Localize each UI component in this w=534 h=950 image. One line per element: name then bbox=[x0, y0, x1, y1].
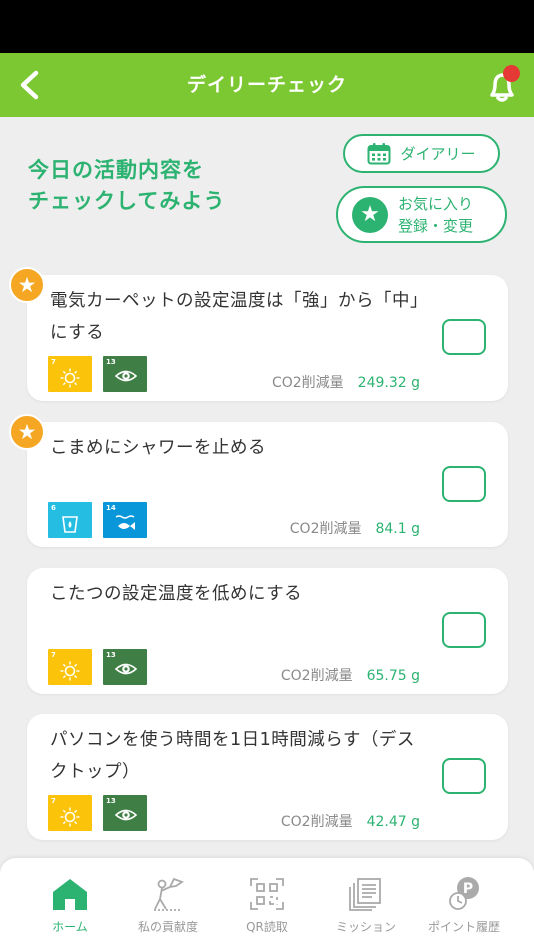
sdg-13-climate-icon: 13 bbox=[103, 795, 147, 831]
notification-badge bbox=[503, 65, 520, 82]
co2-label: CO2削減量 bbox=[289, 521, 362, 537]
calendar-icon bbox=[367, 142, 391, 164]
sdg-7-energy-icon: 7 bbox=[48, 649, 92, 685]
co2-reduction: CO2削減量 84.1 g bbox=[290, 518, 420, 538]
favorite-star-icon: ★ bbox=[9, 267, 45, 303]
star-icon: ★ bbox=[352, 196, 388, 233]
activity-checkbox[interactable] bbox=[442, 758, 486, 794]
sdg-7-energy-icon: 7 bbox=[48, 356, 92, 392]
nav-qr-scan[interactable]: QR読取 bbox=[217, 876, 317, 935]
diary-button[interactable]: ダイアリー bbox=[343, 134, 500, 173]
activity-title: こたつの設定温度を低めにする bbox=[50, 584, 303, 604]
activity-title: こまめにシャワーを止める bbox=[50, 438, 266, 458]
co2-value: 42.47 g bbox=[366, 814, 420, 830]
heading-line-1: 今日の活動内容を bbox=[28, 158, 204, 182]
co2-value: 84.1 g bbox=[375, 521, 420, 537]
nav-home-label: ホーム bbox=[52, 920, 88, 934]
activity-checkbox[interactable] bbox=[442, 612, 486, 648]
activity-title: パソコンを使う時間を1日1時間減らす（デスクトップ） bbox=[50, 730, 415, 782]
co2-reduction: CO2削減量 249.32 g bbox=[272, 372, 420, 392]
bottom-nav: ホーム 私の貢献度 QR読取 ミッション P ポイント履歴 bbox=[0, 858, 534, 950]
activity-card[interactable]: ★ 電気カーペットの設定温度は「強」から「中」にする 7 13 CO2削減量 2… bbox=[9, 267, 508, 401]
nav-point-history[interactable]: P ポイント履歴 bbox=[414, 876, 514, 935]
nav-qr-label: QR読取 bbox=[246, 920, 288, 934]
qr-code-icon bbox=[250, 878, 284, 910]
nav-contribution[interactable]: 私の貢献度 bbox=[118, 876, 218, 935]
sdg-14-life-below-water-icon: 14 bbox=[103, 502, 147, 538]
nav-home[interactable]: ホーム bbox=[20, 876, 120, 935]
point-history-icon: P bbox=[449, 877, 479, 910]
activity-card[interactable]: ★ こまめにシャワーを止める 6 14 CO2削減量 84.1 g bbox=[9, 414, 508, 547]
favorite-settings-button[interactable]: ★ お気に入り 登録・変更 bbox=[336, 186, 507, 243]
nav-contribution-label: 私の貢献度 bbox=[137, 920, 198, 934]
status-bar bbox=[0, 0, 534, 53]
co2-label: CO2削減量 bbox=[280, 668, 353, 684]
nav-mission-label: ミッション bbox=[335, 920, 396, 934]
app-header: デイリーチェック bbox=[0, 53, 534, 117]
favorite-star-icon: ★ bbox=[9, 414, 45, 450]
favorite-label-line-1: お気に入り bbox=[398, 194, 474, 213]
mission-icon bbox=[349, 878, 381, 911]
sdg-13-climate-icon: 13 bbox=[103, 649, 147, 685]
co2-reduction: CO2削減量 65.75 g bbox=[281, 665, 420, 685]
activity-card[interactable]: パソコンを使う時間を1日1時間減らす（デスクトップ） 7 13 CO2削減量 4… bbox=[27, 714, 508, 840]
activity-title: 電気カーペットの設定温度は「強」から「中」にする bbox=[50, 291, 428, 343]
sdg-icons: 6 14 bbox=[48, 502, 147, 538]
svg-text:P: P bbox=[463, 881, 473, 897]
page-title: デイリーチェック bbox=[186, 74, 347, 96]
co2-value: 249.32 g bbox=[357, 375, 420, 391]
sdg-7-energy-icon: 7 bbox=[48, 795, 92, 831]
co2-reduction: CO2削減量 42.47 g bbox=[281, 811, 420, 831]
sdg-6-water-icon: 6 bbox=[48, 502, 92, 538]
activity-checkbox[interactable] bbox=[442, 319, 486, 355]
co2-label: CO2削減量 bbox=[271, 375, 344, 391]
co2-value: 65.75 g bbox=[366, 668, 420, 684]
diary-label: ダイアリー bbox=[400, 145, 476, 163]
heading-line-2: チェックしてみよう bbox=[28, 189, 226, 213]
sdg-icons: 7 13 bbox=[48, 356, 147, 392]
activity-checkbox[interactable] bbox=[442, 466, 486, 502]
activity-heading: 今日の活動内容を チェックしてみよう bbox=[28, 155, 328, 217]
activity-card[interactable]: こたつの設定温度を低めにする 7 13 CO2削減量 65.75 g bbox=[27, 568, 508, 694]
sdg-icons: 7 13 bbox=[48, 795, 147, 831]
sdg-icons: 7 13 bbox=[48, 649, 147, 685]
notification-button[interactable] bbox=[478, 61, 526, 109]
sdg-13-climate-icon: 13 bbox=[103, 356, 147, 392]
favorite-label-line-2: 登録・変更 bbox=[398, 216, 474, 235]
home-icon bbox=[53, 879, 87, 910]
contribution-icon bbox=[154, 877, 184, 911]
nav-mission[interactable]: ミッション bbox=[316, 876, 416, 935]
nav-point-history-label: ポイント履歴 bbox=[427, 920, 500, 934]
co2-label: CO2削減量 bbox=[280, 814, 353, 830]
